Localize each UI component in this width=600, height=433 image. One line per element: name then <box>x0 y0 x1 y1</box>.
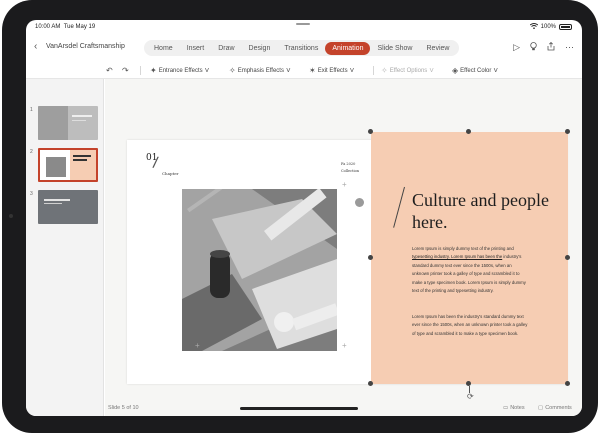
resize-handle-left[interactable] <box>368 255 373 260</box>
status-time: 10:00 AM Tue May 19 <box>35 24 96 30</box>
header-actions: ▷ ⋯ <box>513 41 574 53</box>
tab-home[interactable]: Home <box>147 42 180 55</box>
tab-design[interactable]: Design <box>242 42 278 55</box>
play-icon[interactable]: ▷ <box>513 42 520 53</box>
undo-icon[interactable]: ↶ <box>106 66 113 75</box>
battery-percent: 100% <box>540 24 556 30</box>
exit-effects-label: Exit Effects <box>317 67 348 74</box>
tab-transitions[interactable]: Transitions <box>277 42 325 55</box>
notes-button[interactable]: ▭ Notes <box>503 405 525 411</box>
resize-handle-right[interactable] <box>565 255 570 260</box>
effect-options-label: Effect Options <box>389 67 428 74</box>
slide-thumbnail-2[interactable] <box>38 148 98 182</box>
collection-year: Fa 2020 <box>341 162 356 166</box>
app-header: ‹ VanArsdel Craftsmanship Home Insert Dr… <box>26 33 582 61</box>
powerpoint-screen: 10:00 AM Tue May 19 100% ‹ VanArsdel Cra… <box>26 20 582 416</box>
slide-body-paragraph-2[interactable]: Lorem Ipsum has been the industry's stan… <box>412 313 528 338</box>
exit-sparkle-icon: ✶ <box>309 66 316 75</box>
resize-handle-top-left[interactable] <box>368 129 373 134</box>
comments-label: Comments <box>545 405 572 411</box>
slide-thumbnail-3[interactable] <box>38 190 98 224</box>
tab-animation[interactable]: Animation <box>325 41 371 55</box>
chevron-down-icon: ˅ <box>349 66 355 75</box>
paint-bucket-icon: ◈ <box>452 66 459 75</box>
chevron-down-icon: ˅ <box>429 66 434 75</box>
multitask-grabber[interactable] <box>296 23 310 25</box>
lightbulb-icon[interactable] <box>530 42 537 53</box>
document-title[interactable]: VanArsdel Craftsmanship <box>46 43 125 50</box>
tab-insert[interactable]: Insert <box>180 42 212 55</box>
tab-draw[interactable]: Draw <box>211 42 241 55</box>
crop-mark: + <box>342 180 347 189</box>
resize-handle-top[interactable] <box>466 129 471 134</box>
notes-label: Notes <box>510 405 525 411</box>
status-right: 100% <box>529 23 572 31</box>
bottom-status-bar: Slide 5 of 10 ▭ Notes ▢ Comments <box>105 399 582 416</box>
chevron-down-icon: ˅ <box>204 66 210 75</box>
more-icon[interactable]: ⋯ <box>565 42 574 53</box>
body1-text: Lorem Ipsum is simply dummy text of the … <box>412 246 514 251</box>
slide-canvas[interactable]: 01 / Chapter Fa 2020 Collection + + + Cu… <box>105 79 582 401</box>
chapter-label: Chapter <box>162 171 179 176</box>
thumb-number: 1 <box>30 107 33 113</box>
ipad-frame: 10:00 AM Tue May 19 100% ‹ VanArsdel Cra… <box>2 0 598 433</box>
resize-handle-top-right[interactable] <box>565 129 570 134</box>
ribbon-divider <box>373 66 374 75</box>
slide-body-paragraph-1[interactable]: Lorem Ipsum is simply dummy text of the … <box>412 245 528 295</box>
thumb-number: 2 <box>30 149 33 155</box>
body1-highlight: typesetting industry. Lorem Ipsum has be… <box>412 254 503 260</box>
home-indicator[interactable] <box>240 407 358 410</box>
entrance-effects-label: Entrance Effects <box>158 67 203 74</box>
effect-color-button[interactable]: ◈ Effect Color ˅ <box>452 66 498 75</box>
decorative-dot <box>355 198 364 207</box>
crop-mark: + <box>342 341 347 350</box>
crop-mark: + <box>195 341 200 350</box>
slide-heading[interactable]: Culture and people here. <box>412 189 552 233</box>
slide-thumbnails-panel: 1 2 3 <box>26 79 104 416</box>
notes-icon: ▭ <box>503 405 509 411</box>
collection-label: Collection <box>341 169 359 173</box>
back-chevron-icon[interactable]: ‹ <box>34 42 37 52</box>
redo-icon[interactable]: ↷ <box>122 66 129 75</box>
comment-icon: ▢ <box>538 405 544 411</box>
slide-photo[interactable] <box>182 189 337 351</box>
tab-slide-show[interactable]: Slide Show <box>370 42 419 55</box>
battery-icon <box>559 24 572 30</box>
effect-color-label: Effect Color <box>460 67 492 74</box>
chevron-down-icon: ˅ <box>493 66 499 75</box>
body1-rest: industry's standard dummy text ever sinc… <box>412 254 526 294</box>
ribbon-divider <box>140 66 141 75</box>
exit-effects-button[interactable]: ✶ Exit Effects ˅ <box>309 66 354 75</box>
status-bar: 10:00 AM Tue May 19 100% <box>26 20 582 33</box>
thumb-number: 3 <box>30 191 33 197</box>
chevron-down-icon: ˅ <box>285 66 291 75</box>
comments-button[interactable]: ▢ Comments <box>538 405 572 411</box>
emphasis-effects-button[interactable]: ✧ Emphasis Effects ˅ <box>229 66 291 75</box>
animation-ribbon: ↶ ↷ ✦ Entrance Effects ˅ ✧ Emphasis Effe… <box>26 61 582 79</box>
emphasis-effects-label: Emphasis Effects <box>237 67 284 74</box>
share-icon[interactable] <box>547 41 555 53</box>
resize-handle-bottom-left[interactable] <box>368 381 373 386</box>
front-camera <box>9 214 13 218</box>
wifi-icon <box>529 23 538 31</box>
slide-count: Slide 5 of 10 <box>108 405 139 411</box>
slide-thumbnail-1[interactable] <box>38 106 98 140</box>
tab-review[interactable]: Review <box>420 42 457 55</box>
effect-options-button[interactable]: ✧ Effect Options ˅ <box>381 66 434 75</box>
star-icon: ✧ <box>229 66 236 75</box>
resize-handle-bottom-right[interactable] <box>565 381 570 386</box>
entrance-effects-button[interactable]: ✦ Entrance Effects ˅ <box>150 66 209 75</box>
ribbon-tabs: Home Insert Draw Design Transitions Anim… <box>144 40 460 56</box>
sparkle-icon: ✦ <box>150 66 157 75</box>
effect-options-icon: ✧ <box>381 66 388 75</box>
